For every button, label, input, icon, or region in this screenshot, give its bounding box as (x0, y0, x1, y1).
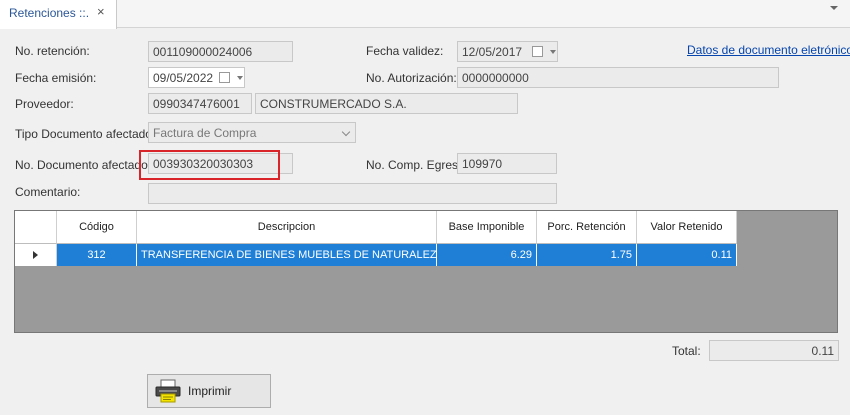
cell-codigo[interactable]: 312 (57, 244, 137, 266)
fecha-validez-field[interactable]: 12/05/2017 (457, 41, 558, 62)
tipo-documento-select[interactable]: Factura de Compra (148, 122, 356, 143)
no-retencion-field[interactable]: 001109000024006 (148, 41, 293, 62)
cell-valor[interactable]: 0.11 (637, 244, 737, 266)
retenciones-grid: Código Descripcion Base Imponible Porc. … (14, 210, 838, 333)
calendar-icon[interactable] (532, 46, 543, 57)
tab-retenciones[interactable]: Retenciones ::. × (0, 0, 117, 29)
fecha-emision-field[interactable]: 09/05/2022 (148, 67, 245, 88)
proveedor-ruc-field[interactable]: 0990347476001 (148, 93, 252, 114)
row-pointer-icon (33, 251, 38, 259)
printer-icon (154, 379, 182, 403)
calendar-icon[interactable] (219, 72, 230, 83)
grid-header-porc[interactable]: Porc. Retención (537, 211, 637, 244)
row-indicator (15, 244, 57, 266)
tab-dropdown-icon[interactable] (830, 6, 838, 10)
grid-header-indicator (15, 211, 57, 244)
fecha-validez-value: 12/05/2017 (462, 45, 523, 59)
total-label: Total: (672, 344, 701, 358)
grid-header-valor[interactable]: Valor Retenido (637, 211, 737, 244)
comentario-field[interactable] (148, 183, 557, 204)
no-autorizacion-field[interactable]: 0000000000 (457, 67, 779, 88)
imprimir-label: Imprimir (188, 384, 232, 398)
table-row[interactable]: 312 TRANSFERENCIA DE BIENES MUEBLES DE N… (15, 244, 737, 266)
proveedor-name-field[interactable]: CONSTRUMERCADO S.A. (255, 93, 518, 114)
chevron-down-icon[interactable] (550, 50, 556, 54)
imprimir-button[interactable]: Imprimir (147, 374, 271, 408)
no-retencion-label: No. retención: (15, 44, 90, 58)
cell-porc[interactable]: 1.75 (537, 244, 637, 266)
close-icon[interactable]: × (97, 4, 105, 19)
no-documento-afectado-label: No. Documento afectado: (15, 158, 152, 172)
comentario-label: Comentario: (15, 185, 81, 199)
highlight-box (139, 150, 280, 180)
grid-header: Código Descripcion Base Imponible Porc. … (15, 211, 737, 244)
tab-strip (0, 0, 850, 28)
tipo-documento-label: Tipo Documento afectado: (15, 127, 156, 141)
total-field[interactable]: 0.11 (709, 340, 839, 361)
tab-title: Retenciones ::. (9, 6, 90, 20)
fecha-emision-label: Fecha emisión: (15, 71, 97, 85)
grid-header-base[interactable]: Base Imponible (437, 211, 537, 244)
no-autorizacion-label: No. Autorización: (366, 71, 457, 85)
chevron-down-icon[interactable] (341, 127, 351, 137)
cell-base[interactable]: 6.29 (437, 244, 537, 266)
fecha-validez-label: Fecha validez: (366, 44, 444, 58)
grid-header-descripcion[interactable]: Descripcion (137, 211, 437, 244)
no-comp-egreso-label: No. Comp. Egreso: (366, 158, 469, 172)
proveedor-label: Proveedor: (15, 97, 74, 111)
chevron-down-icon[interactable] (237, 76, 243, 80)
tipo-documento-value: Factura de Compra (153, 126, 257, 140)
grid-header-codigo[interactable]: Código (57, 211, 137, 244)
cell-descripcion[interactable]: TRANSFERENCIA DE BIENES MUEBLES DE NATUR… (137, 244, 437, 266)
no-comp-egreso-field[interactable]: 109970 (457, 153, 557, 174)
datos-documento-link[interactable]: Datos de documento eletrónico (687, 43, 850, 57)
fecha-emision-value: 09/05/2022 (153, 71, 214, 85)
